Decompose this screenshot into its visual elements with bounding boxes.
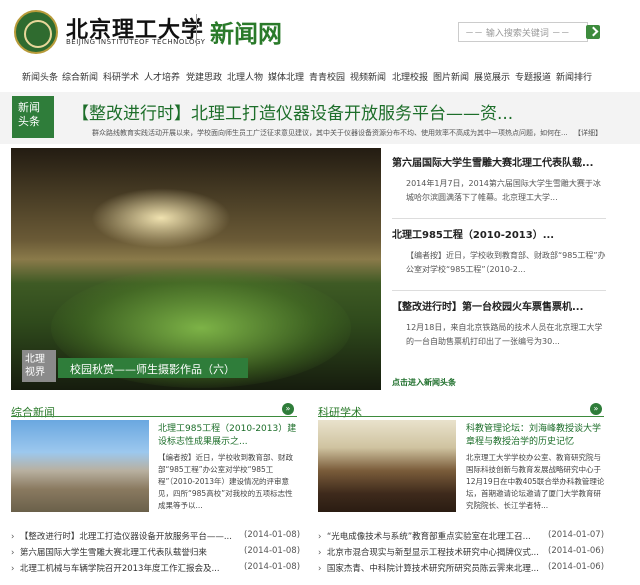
feature-research-title[interactable]: 科教管理论坛：刘海峰教授谈大学章程与教授治学的历史记忆 <box>466 423 606 449</box>
section-underline <box>318 416 604 417</box>
headline-tag-line2: 头条 <box>18 115 40 128</box>
news-thumbnail[interactable] <box>11 420 149 512</box>
photo-tag: 北理 视界 <box>22 350 56 382</box>
nav-item-photo[interactable]: 图片新闻 <box>433 70 469 83</box>
research-list-date: (2014-01-07) <box>548 530 605 540</box>
research-list-title[interactable]: “光电成像技术与系统”教育部重点实验室在北理工召... <box>327 532 531 542</box>
more-news-icon[interactable]: » <box>282 403 294 415</box>
photo-tag-line1: 北理 <box>25 354 45 365</box>
nav-item-exhibit[interactable]: 展览展示 <box>474 70 510 83</box>
news-list-title[interactable]: 【整改进行时】北理工打造仪器设备开放服务平台——... <box>20 532 232 542</box>
headline-tag: 新闻 头条 <box>12 96 54 138</box>
featured-photo[interactable] <box>11 148 381 390</box>
news-list-item[interactable]: › 第六届国际大学生雪雕大赛北理工代表队载誉归来 <box>11 546 207 558</box>
search-button[interactable] <box>586 25 600 39</box>
more-headline-link[interactable]: 点击进入新闻头条 <box>392 377 456 388</box>
headline-tag-line1: 新闻 <box>18 101 40 114</box>
headline-summary: 群众路线教育实践活动开展以来，学校面向师生员工广泛征求意见建议，其中关于仪器设备… <box>92 129 568 137</box>
site-name[interactable]: 新闻网 <box>210 14 282 49</box>
feature-news-body: 【编者按】近日，学校收到教育部、财政部“985工程”办公室对学校“985工程”（… <box>158 453 293 510</box>
nav-item-special[interactable]: 专题报道 <box>515 70 551 83</box>
search-placeholder: 输入搜索关键词 <box>485 29 549 39</box>
side-news-item[interactable]: 第六届国际大学生雪雕大赛北理工代表队载... 2014年1月7日，2014第六届… <box>392 154 606 205</box>
photo-light <box>91 188 231 248</box>
nav-item-talent[interactable]: 人才培养 <box>144 70 180 83</box>
nav-item-headline[interactable]: 新闻头条 <box>22 70 58 83</box>
divider <box>392 218 606 219</box>
nav-item-people[interactable]: 北理人物 <box>227 70 263 83</box>
nav-item-party[interactable]: 党建思政 <box>186 70 222 83</box>
section-title-news[interactable]: 综合新闻 <box>11 404 55 420</box>
more-research-icon[interactable]: » <box>590 403 602 415</box>
headline-title[interactable]: 【整改进行时】北理工打造仪器设备开放服务平台——资... <box>72 99 513 124</box>
section-underline <box>11 416 297 417</box>
university-seal-logo[interactable] <box>14 10 58 54</box>
photo-caption[interactable]: 校园秋赏——师生摄影作品（六） <box>58 358 248 378</box>
side-news-body: 2014年1月7日，2014第六届国际大学生雪雕大赛于冰城哈尔滨圆满落下了帷幕。… <box>406 179 601 202</box>
research-list-date: (2014-01-06) <box>548 546 605 556</box>
site-header: 北京理工大学 BEIJING INSTITUTEOF TECHNOLOGY 新闻… <box>0 0 640 62</box>
research-list-date: (2014-01-06) <box>548 562 605 572</box>
research-list-title[interactable]: 国家杰青、中科院计算技术研究所研究员陈云霁来北理... <box>327 564 539 574</box>
divider <box>392 290 606 291</box>
nav-item-media[interactable]: 媒体北理 <box>268 70 304 83</box>
side-news-title[interactable]: 第六届国际大学生雪雕大赛北理工代表队载... <box>392 154 606 169</box>
feature-news-title[interactable]: 北理工985工程（2010-2013）建设标志性成果展示之... <box>158 423 298 449</box>
research-list-item[interactable]: › 北京市混合现实与新型显示工程技术研究中心揭牌仪式... <box>318 546 539 558</box>
main-nav: 新闻头条 综合新闻 科研学术 人才培养 党建思政 北理人物 媒体北理 青青校园 … <box>0 64 640 88</box>
nav-item-campus[interactable]: 青青校园 <box>309 70 345 83</box>
news-list-title[interactable]: 第六届国际大学生雪雕大赛北理工代表队载誉归来 <box>20 548 207 558</box>
research-list-item[interactable]: › 国家杰青、中科院计算技术研究所研究员陈云霁来北理... <box>318 562 540 574</box>
side-news-item[interactable]: 【整改进行时】第一台校园火车票售票机... 12月18日，来自北京铁路局的技术人… <box>392 298 606 349</box>
side-news-title[interactable]: 【整改进行时】第一台校园火车票售票机... <box>392 298 606 313</box>
side-news-title[interactable]: 北理工985工程（2010-2013）... <box>392 226 606 241</box>
search-input[interactable]: －－ 输入搜索关键词 －－ <box>458 22 588 42</box>
side-news-body: 12月18日，来自北京铁路局的技术人员在北京理工大学的一台自助售票机打印出了一张… <box>406 323 603 346</box>
news-list-date: (2014-01-08) <box>244 562 301 572</box>
headline-more-link[interactable]: 【详细】 <box>574 128 602 138</box>
nav-item-general[interactable]: 综合新闻 <box>62 70 98 83</box>
nav-item-paper[interactable]: 北理校报 <box>392 70 428 83</box>
news-list-item[interactable]: › 【整改进行时】北理工打造仪器设备开放服务平台——... <box>11 530 232 542</box>
research-list-item[interactable]: › “光电成像技术与系统”教育部重点实验室在北理工召... <box>318 530 531 542</box>
logo-english-name: BEIJING INSTITUTEOF TECHNOLOGY <box>66 38 206 46</box>
news-list-date: (2014-01-08) <box>244 546 301 556</box>
research-thumbnail[interactable] <box>318 420 456 512</box>
research-list-title[interactable]: 北京市混合现实与新型显示工程技术研究中心揭牌仪式... <box>327 548 539 558</box>
news-list-item[interactable]: › 北理工机械与车辆学院召开2013年度工作汇报会及... <box>11 562 229 574</box>
photo-tag-line2: 视界 <box>25 367 45 378</box>
nav-item-video[interactable]: 视频新闻 <box>350 70 386 83</box>
section-title-research[interactable]: 科研学术 <box>318 404 362 420</box>
news-list-date: (2014-01-08) <box>244 530 301 540</box>
news-list-title[interactable]: 北理工机械与车辆学院召开2013年度工作汇报会及... <box>20 564 220 574</box>
feature-research-body: 北京理工大学学校办公室、教育研究院与国际科技创新与教育发展战略研究中心于12月1… <box>466 453 605 510</box>
logo-divider <box>196 14 197 46</box>
nav-item-research[interactable]: 科研学术 <box>103 70 139 83</box>
side-news-body: 【编者按】近日，学校收到教育部、财政部“985工程”办公室对学校“985工程”（… <box>406 251 606 274</box>
side-news-item[interactable]: 北理工985工程（2010-2013）... 【编者按】近日，学校收到教育部、财… <box>392 226 606 277</box>
nav-item-ranking[interactable]: 新闻排行 <box>556 70 592 83</box>
